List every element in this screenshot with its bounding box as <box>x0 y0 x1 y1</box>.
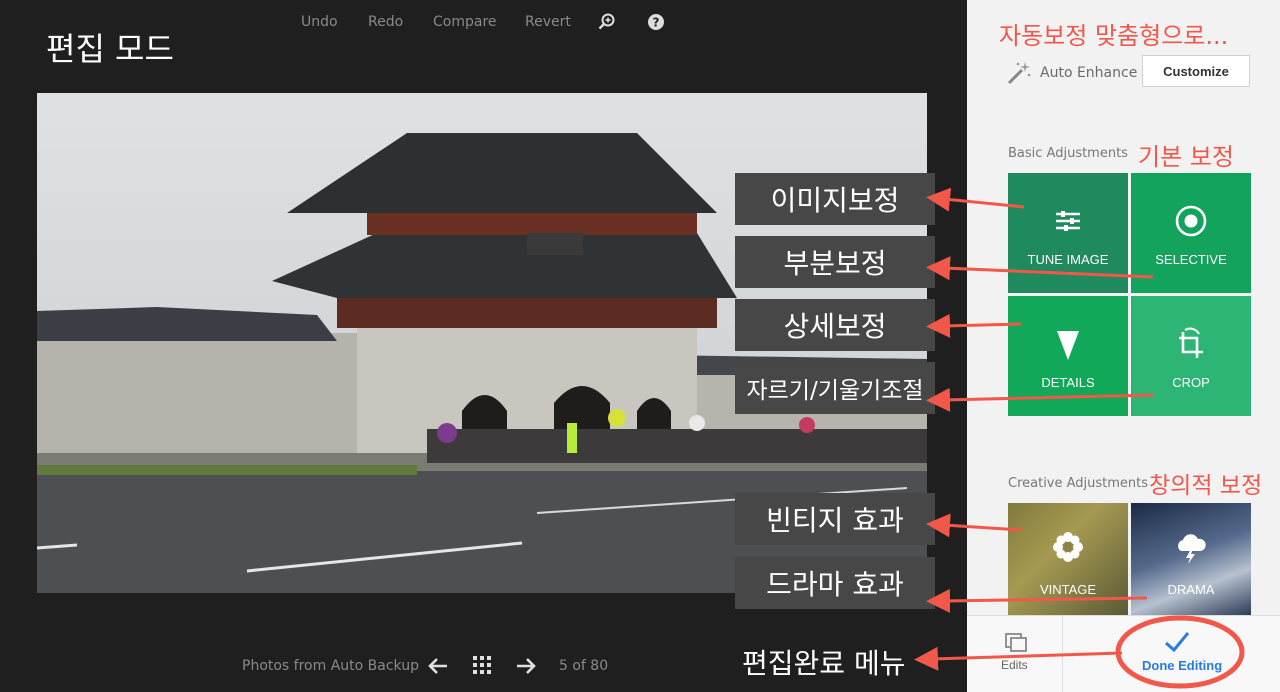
basic-adjustments-callout: 기본 보정 <box>1138 143 1234 171</box>
callout-details: 상세보정 <box>735 299 935 351</box>
vintage-label: VINTAGE <box>1039 582 1097 597</box>
basic-adjustments-label: Basic Adjustments <box>1008 146 1128 161</box>
svg-text:?: ? <box>653 16 660 30</box>
done-editing-button[interactable]: Done Editing <box>1142 658 1222 673</box>
drama-tile[interactable]: DRAMA <box>1131 503 1251 615</box>
details-tile[interactable]: DETAILS <box>1008 296 1128 416</box>
auto-enhance-label[interactable]: Auto Enhance <box>1040 65 1137 81</box>
redo-button[interactable]: Redo <box>368 14 403 30</box>
tune-image-tile[interactable]: TUNE IMAGE <box>1008 173 1128 293</box>
selective-tile[interactable]: SELECTIVE <box>1131 173 1251 293</box>
zoom-icon[interactable] <box>598 13 616 31</box>
details-label: DETAILS <box>1041 375 1095 390</box>
arrow-right-icon[interactable] <box>515 656 537 676</box>
creative-adjustments-callout: 창의적 보정 <box>1149 473 1263 499</box>
selective-label: SELECTIVE <box>1155 252 1227 267</box>
crop-rotate-icon <box>1179 327 1203 358</box>
callout-vintage: 빈티지 효과 <box>735 493 935 545</box>
drama-label: DRAMA <box>1167 582 1215 597</box>
magic-wand-icon[interactable] <box>1006 60 1032 86</box>
callout-selective: 부분보정 <box>735 236 935 288</box>
auto-enhance-callout: 자동보정 맞춤형으로... <box>999 22 1229 50</box>
sliders-icon <box>1056 211 1080 231</box>
grid-icon[interactable] <box>473 656 491 674</box>
callout-drama: 드라마 효과 <box>735 557 935 609</box>
arrow-left-icon[interactable] <box>427 656 449 676</box>
crop-label: CROP <box>1172 375 1210 390</box>
compare-button[interactable]: Compare <box>433 14 497 30</box>
revert-button[interactable]: Revert <box>525 14 571 30</box>
help-icon[interactable]: ? <box>647 13 665 31</box>
tune-image-label: TUNE IMAGE <box>1027 252 1109 267</box>
triangle-icon <box>1057 331 1079 360</box>
target-icon <box>1175 205 1207 237</box>
edit-mode-title: 편집 모드 <box>46 30 174 68</box>
photo-counter: 5 of 80 <box>559 658 609 674</box>
vintage-tile[interactable]: VINTAGE <box>1008 503 1128 615</box>
creative-adjustments-label: Creative Adjustments <box>1008 476 1149 491</box>
customize-button[interactable]: Customize <box>1142 55 1250 87</box>
storm-cloud-icon <box>1178 534 1206 564</box>
crop-tile[interactable]: CROP <box>1131 296 1251 416</box>
checkmark-icon[interactable] <box>1163 630 1191 654</box>
edits-stack-icon[interactable] <box>1004 632 1028 654</box>
undo-button[interactable]: Undo <box>301 14 338 30</box>
callout-tune-image: 이미지보정 <box>735 173 935 225</box>
flower-icon <box>1053 532 1083 562</box>
callout-done-menu: 편집완료 메뉴 <box>742 647 906 680</box>
edits-label[interactable]: Edits <box>1001 658 1028 672</box>
callout-crop: 자르기/기울기조절 <box>735 362 935 414</box>
album-source-label: Photos from Auto Backup <box>242 658 419 674</box>
